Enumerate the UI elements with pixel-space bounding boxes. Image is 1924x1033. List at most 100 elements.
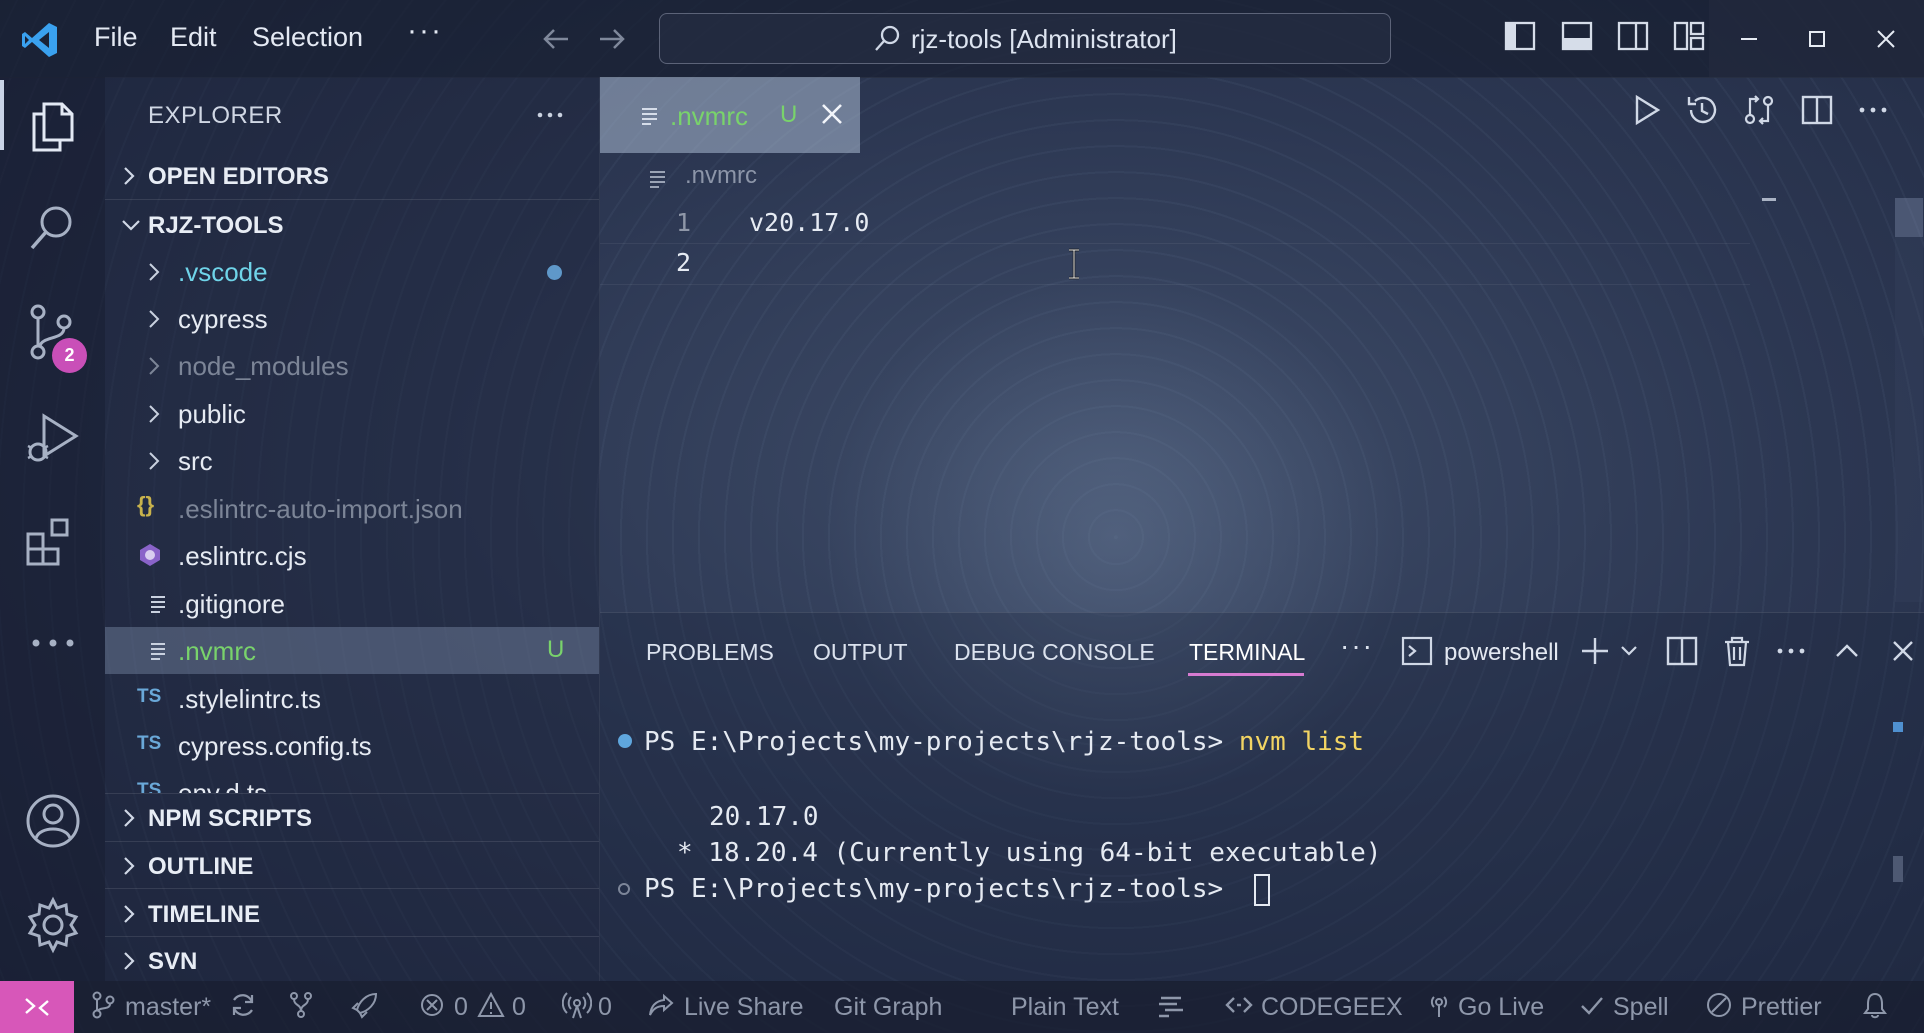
formatter-icon[interactable] — [1155, 990, 1187, 1020]
tree-item-eslintrc-cjs[interactable]: .eslintrc.cjs — [105, 532, 599, 579]
tree-item-label: .stylelintrc.ts — [178, 684, 322, 714]
explorer-icon[interactable] — [22, 96, 84, 158]
terminal-line-1[interactable]: PS E:\Projects\my-projects\rjz-tools> nv… — [644, 727, 1364, 757]
spell-check-button[interactable]: Spell — [1613, 993, 1669, 1022]
extensions-icon[interactable] — [22, 510, 84, 572]
panel-tab-terminal[interactable]: TERMINAL — [1189, 639, 1305, 666]
menu-edit[interactable]: Edit — [170, 22, 217, 53]
section-open-editors[interactable]: OPEN EDITORS — [105, 153, 599, 199]
command-pending-decoration[interactable] — [618, 883, 630, 895]
split-editor-icon[interactable] — [1800, 93, 1834, 127]
section-timeline[interactable]: TIMELINE — [105, 891, 599, 937]
chevron-down-icon[interactable] — [1619, 642, 1639, 660]
customize-layout-icon[interactable] — [1672, 19, 1706, 53]
maximize-icon[interactable] — [1806, 28, 1828, 50]
terminal-scrollbar-thumb[interactable] — [1893, 856, 1903, 882]
section-rjz-tools[interactable]: RJZ-TOOLS — [105, 202, 599, 248]
close-panel-icon[interactable] — [1888, 634, 1918, 668]
nav-forward-icon[interactable] — [596, 24, 628, 54]
error-count[interactable]: 0 — [454, 993, 468, 1022]
prettier-disabled-icon[interactable] — [1704, 990, 1734, 1020]
editor-tab-nvmrc[interactable]: .nvmrc U — [600, 77, 860, 153]
tree-item-vscode[interactable]: .vscode — [105, 248, 599, 295]
section-svn[interactable]: SVN — [105, 938, 599, 984]
source-control-badge: 2 — [52, 338, 87, 373]
settings-gear-icon[interactable] — [22, 894, 84, 956]
editor-more-icon[interactable] — [1856, 93, 1890, 127]
open-changes-icon[interactable] — [1742, 93, 1776, 127]
warning-count[interactable]: 0 — [512, 993, 526, 1022]
tree-item-cypress-config[interactable]: TS cypress.config.ts — [105, 722, 599, 769]
checkmark-icon[interactable] — [1578, 990, 1606, 1020]
menu-selection[interactable]: Selection — [252, 22, 363, 53]
chevron-right-icon — [124, 905, 135, 923]
tree-item-src[interactable]: src — [105, 437, 599, 484]
search-icon[interactable] — [22, 198, 84, 260]
toggle-secondary-sidebar-icon[interactable] — [1616, 19, 1650, 53]
section-outline[interactable]: OUTLINE — [105, 843, 599, 889]
timeline-history-icon[interactable] — [1685, 93, 1719, 127]
panel-more-icon[interactable] — [1774, 634, 1808, 668]
line-number: 1 — [676, 208, 692, 237]
minimize-icon[interactable] — [1738, 28, 1760, 50]
tree-item-eslintrc-auto-import[interactable]: {} .eslintrc-auto-import.json — [105, 485, 599, 532]
toggle-panel-icon[interactable] — [1560, 19, 1594, 53]
warning-icon[interactable] — [476, 990, 506, 1020]
panel-more-button[interactable]: ··· — [1340, 630, 1374, 662]
panel-tab-output[interactable]: OUTPUT — [813, 639, 908, 666]
explorer-more-icon[interactable] — [535, 100, 565, 130]
tree-item-env-d[interactable]: TS env.d.ts — [105, 769, 599, 793]
error-icon[interactable] — [418, 990, 446, 1020]
codegeex-icon[interactable] — [1224, 990, 1254, 1020]
language-mode[interactable]: Plain Text — [1011, 993, 1119, 1022]
section-npm-scripts[interactable]: NPM SCRIPTS — [105, 795, 599, 841]
live-share-button[interactable]: Live Share — [684, 993, 804, 1022]
command-center-search[interactable]: rjz-tools [Administrator] — [659, 13, 1391, 64]
rocket-icon[interactable] — [350, 990, 380, 1020]
code-line[interactable]: v20.17.0 — [749, 208, 869, 237]
trash-icon[interactable] — [1720, 634, 1754, 668]
editor-scrollbar-thumb[interactable] — [1895, 198, 1923, 237]
nav-back-icon[interactable] — [540, 24, 572, 54]
divider — [105, 793, 599, 794]
sync-icon[interactable] — [228, 990, 258, 1020]
terminal-prompt-line[interactable]: PS E:\Projects\my-projects\rjz-tools> — [644, 874, 1239, 904]
git-graph-branch-icon[interactable] — [286, 990, 316, 1020]
go-live-button[interactable]: Go Live — [1458, 993, 1544, 1022]
command-success-decoration[interactable] — [618, 734, 632, 748]
tree-item-cypress[interactable]: cypress — [105, 295, 599, 342]
remote-indicator-button[interactable] — [0, 981, 74, 1033]
ports-count[interactable]: 0 — [598, 993, 612, 1022]
live-share-icon[interactable] — [646, 990, 676, 1020]
notifications-bell-icon[interactable] — [1860, 990, 1890, 1020]
close-window-icon[interactable] — [1875, 28, 1897, 50]
tree-item-node-modules[interactable]: node_modules — [105, 342, 599, 389]
tree-item-nvmrc[interactable]: .nvmrc U — [105, 627, 599, 674]
git-graph-button[interactable]: Git Graph — [834, 993, 942, 1022]
ports-broadcast-icon[interactable] — [562, 990, 592, 1020]
close-tab-icon[interactable] — [817, 99, 847, 129]
toggle-primary-sidebar-icon[interactable] — [1503, 19, 1537, 53]
minimap-marker — [1762, 198, 1776, 201]
tree-item-stylelintrc[interactable]: TS .stylelintrc.ts — [105, 675, 599, 722]
more-views-icon[interactable] — [22, 612, 84, 674]
run-and-debug-icon[interactable] — [22, 406, 84, 468]
maximize-panel-chevron-up-icon[interactable] — [1832, 634, 1862, 668]
git-branch-status[interactable]: master* — [125, 993, 211, 1022]
menu-file[interactable]: File — [94, 22, 138, 53]
go-live-broadcast-icon[interactable] — [1424, 990, 1454, 1020]
tree-item-gitignore[interactable]: .gitignore — [105, 580, 599, 627]
terminal-shell-name[interactable]: powershell — [1444, 639, 1559, 667]
editor-scrollbar-track[interactable] — [1895, 237, 1923, 602]
run-file-icon[interactable] — [1632, 93, 1662, 127]
codegeex-button[interactable]: CODEGEEX — [1261, 993, 1403, 1022]
account-icon[interactable] — [22, 790, 84, 852]
split-terminal-icon[interactable] — [1665, 634, 1699, 668]
new-terminal-plus-icon[interactable] — [1578, 634, 1612, 668]
panel-tab-problems[interactable]: PROBLEMS — [646, 639, 774, 666]
menu-more-button[interactable]: ··· — [407, 14, 443, 48]
tree-item-public[interactable]: public — [105, 390, 599, 437]
panel-tab-debug-console[interactable]: DEBUG CONSOLE — [954, 639, 1155, 666]
prettier-button[interactable]: Prettier — [1741, 993, 1822, 1022]
active-view-indicator — [0, 80, 4, 150]
